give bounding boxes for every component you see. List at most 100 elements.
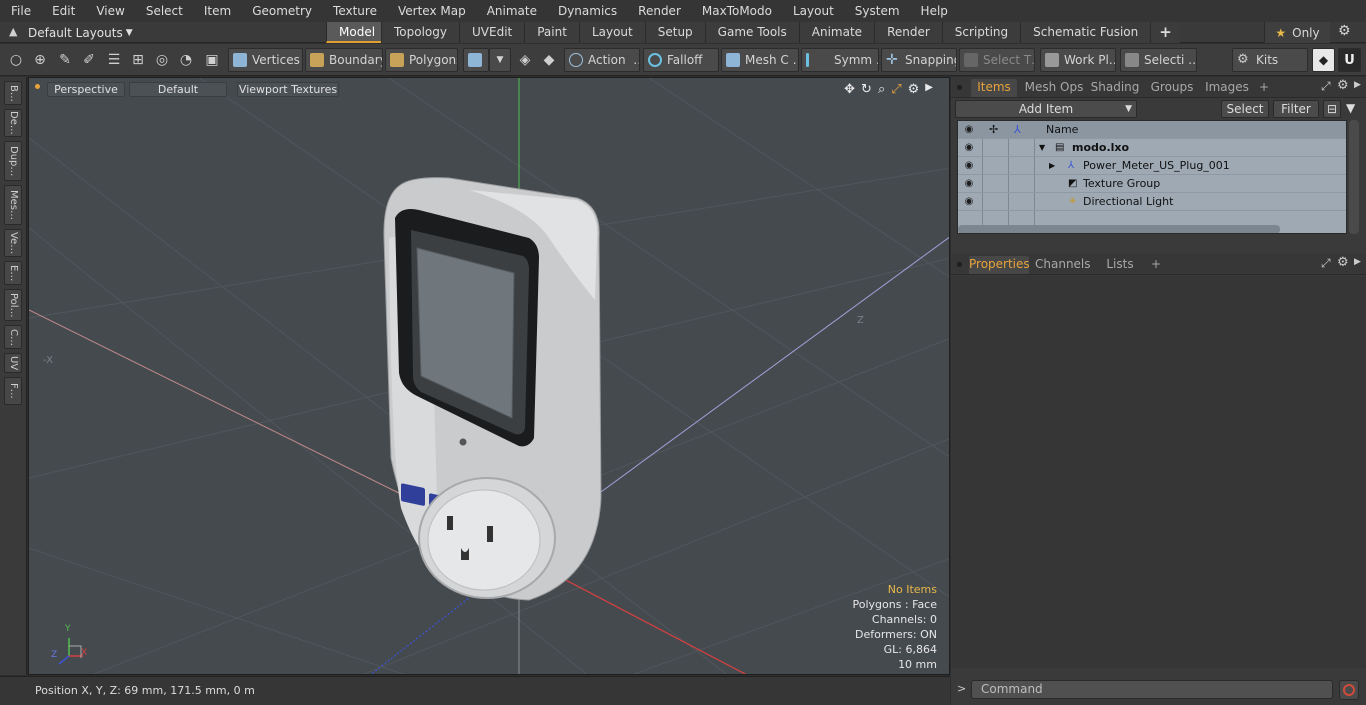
action-center-button[interactable]: Action … [564, 48, 640, 72]
menu-animate[interactable]: Animate [476, 4, 547, 18]
mode-dropdown[interactable]: ▼ [489, 48, 511, 72]
add-tab-icon[interactable]: + [1257, 79, 1271, 97]
menu-file[interactable]: File [0, 4, 41, 18]
select-through-button[interactable]: Select T… [959, 48, 1035, 72]
panel-gear-icon[interactable]: ⚙ [1337, 255, 1349, 270]
tree-row[interactable]: ◉ ▼ ▤ modo.lxo [958, 139, 1346, 157]
unity-icon[interactable]: ◆ [1312, 48, 1335, 72]
shield-icon[interactable]: ◆ [539, 49, 559, 71]
tab-game-tools[interactable]: Game Tools [704, 22, 799, 43]
expand-icon[interactable]: ⤢ [1321, 256, 1331, 271]
tab-layout[interactable]: Layout [578, 22, 645, 43]
panel-menu-dot-icon[interactable] [957, 85, 962, 90]
tab-mesh-ops[interactable]: Mesh Ops [1023, 79, 1085, 97]
play-icon[interactable]: ▶ [925, 82, 933, 97]
vertical-scrollbar[interactable] [1349, 120, 1359, 234]
left-tab-deform[interactable]: De… [4, 109, 22, 137]
menu-geometry[interactable]: Geometry [241, 4, 322, 18]
select-button[interactable]: Select [1221, 100, 1269, 118]
left-tab-basic[interactable]: B… [4, 81, 22, 105]
viewport-textures-button[interactable]: Viewport Textures [237, 82, 339, 97]
tab-shading[interactable]: Shading [1089, 79, 1141, 97]
add-tab-icon[interactable]: + [1150, 22, 1180, 43]
visibility-eye-icon[interactable]: ◉ [963, 142, 975, 154]
left-tab-curve[interactable]: C… [4, 325, 22, 349]
symmetry-button[interactable]: Symm … [801, 48, 879, 72]
tab-render[interactable]: Render [874, 22, 942, 43]
left-tab-vertex[interactable]: Ve… [4, 229, 22, 257]
tab-properties[interactable]: Properties [969, 256, 1030, 274]
left-tab-polygon[interactable]: Pol… [4, 289, 22, 321]
symmetry-view-icon[interactable]: ◈ [515, 49, 535, 71]
tab-animate[interactable]: Animate [798, 22, 875, 43]
record-icon[interactable] [1339, 680, 1359, 700]
gear-icon[interactable]: ⚙ [1338, 23, 1351, 39]
left-tab-fusion[interactable]: F… [4, 377, 22, 405]
visibility-eye-icon[interactable]: ◉ [963, 160, 975, 172]
menu-render[interactable]: Render [627, 4, 691, 18]
tab-groups[interactable]: Groups [1147, 79, 1197, 97]
tab-channels[interactable]: Channels [1035, 256, 1091, 274]
item-mode-icon[interactable]: ▣ [202, 49, 222, 71]
material-mode-button[interactable] [463, 48, 489, 72]
tab-lists[interactable]: Lists [1095, 256, 1145, 274]
tab-paint[interactable]: Paint [524, 22, 579, 43]
only-toggle[interactable]: ★ Only [1264, 22, 1330, 43]
tree-row[interactable]: ◉ ◩ Texture Group [958, 175, 1346, 193]
menu-maxtomodo[interactable]: MaxToModo [691, 4, 782, 18]
expand-icon[interactable]: ⤢ [1321, 79, 1331, 94]
name-column-header[interactable]: Name [1046, 121, 1078, 139]
visibility-eye-icon[interactable]: ◉ [963, 196, 975, 208]
view-type-button[interactable]: Perspective [47, 82, 125, 97]
move-view-icon[interactable]: ✥ [844, 82, 855, 97]
maximize-icon[interactable]: ⤢ [891, 82, 901, 97]
viewport-gear-icon[interactable]: ⚙ [908, 82, 920, 97]
command-input[interactable]: Command [971, 680, 1333, 699]
tab-items[interactable]: Items [971, 79, 1017, 97]
visibility-eye-icon[interactable]: ◉ [963, 178, 975, 190]
menu-dynamics[interactable]: Dynamics [547, 4, 627, 18]
falloff-button[interactable]: Falloff [643, 48, 719, 72]
tab-images[interactable]: Images [1201, 79, 1253, 97]
left-tab-edge[interactable]: E… [4, 261, 22, 285]
menu-layout[interactable]: Layout [782, 4, 844, 18]
panel-menu-dot-icon[interactable] [957, 262, 962, 267]
tab-topology[interactable]: Topology [381, 22, 459, 43]
menu-help[interactable]: Help [910, 4, 958, 18]
mesh-constraint-button[interactable]: Mesh C … [721, 48, 799, 72]
expand-arrow-icon[interactable]: ▼ [1039, 139, 1045, 157]
add-tab-icon[interactable]: + [1149, 256, 1163, 274]
tab-schematic-fusion[interactable]: Schematic Fusion [1020, 22, 1151, 43]
tab-scripting[interactable]: Scripting [941, 22, 1021, 43]
brush-icon[interactable]: ✐ [79, 49, 99, 71]
menu-vertex-map[interactable]: Vertex Map [387, 4, 476, 18]
snapping-button[interactable]: ✛ Snapping [881, 48, 957, 72]
left-tab-mesh[interactable]: Mes… [4, 185, 22, 225]
pen-icon[interactable]: ✎ [55, 49, 75, 71]
menu-edit[interactable]: Edit [41, 4, 85, 18]
vertices-button[interactable]: Vertices [228, 48, 303, 72]
add-item-dropdown[interactable]: Add Item ▼ [955, 100, 1137, 118]
grid-snap-icon[interactable]: ⊞ [128, 49, 148, 71]
rotate-view-icon[interactable]: ↻ [861, 82, 872, 97]
menu-view[interactable]: View [85, 4, 134, 18]
tree-row[interactable]: ◉ ▶ ⅄ Power_Meter_US_Plug_001 [958, 157, 1346, 175]
filter-funnel-icon[interactable]: ▼ [1346, 101, 1355, 115]
panel-arrow-icon[interactable]: ▶ [1354, 80, 1361, 90]
menu-system[interactable]: System [844, 4, 910, 18]
left-tab-duplicate[interactable]: Dup… [4, 141, 22, 181]
tab-setup[interactable]: Setup [644, 22, 705, 43]
expand-arrow-icon[interactable]: ▶ [1049, 157, 1055, 175]
viewport-menu-dot-icon[interactable] [35, 84, 40, 89]
globe-icon[interactable]: ⊕ [30, 49, 50, 71]
kits-button[interactable]: ⚙ Kits [1232, 48, 1308, 72]
menu-select[interactable]: Select [135, 4, 193, 18]
tab-model[interactable]: Model [326, 22, 381, 43]
work-plane-button[interactable]: Work Pl… [1040, 48, 1116, 72]
tree-row[interactable]: ◉ ☀ Directional Light [958, 193, 1346, 211]
collapse-all-icon[interactable]: ⊟ [1323, 100, 1341, 118]
menu-texture[interactable]: Texture [322, 4, 387, 18]
tab-uvedit[interactable]: UVEdit [459, 22, 525, 43]
shading-mode-button[interactable]: Default [129, 82, 227, 97]
target-icon[interactable]: ◎ [152, 49, 172, 71]
